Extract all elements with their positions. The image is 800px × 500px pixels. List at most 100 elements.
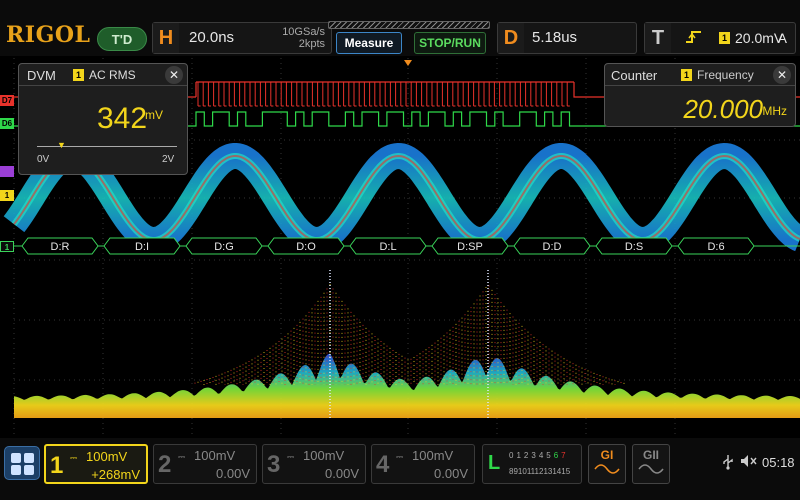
logic-channel-14: 14 [552,467,562,476]
channel-scale: 100mV [86,449,128,464]
channel-offset: 0.00V [325,466,359,481]
generator-1-button[interactable]: GI [588,444,626,484]
home-menu-button[interactable] [4,446,40,480]
channel-1-button[interactable]: 1 ⎓ 100mV +268mV [44,444,148,484]
dvm-reading: 342 [97,102,148,135]
bus-decode-label: D:D [543,241,562,253]
trigger-mode: A [777,30,787,46]
dvm-close-icon[interactable]: ✕ [165,66,183,84]
bottom-control-bar: 1 ⎓ 100mV +268mV 2 ⎓ 100mV 0.00V 3 ⎓ 100mV 0.00V 4 ⎓ 1… [0,438,800,500]
logic-channel-2: 2 [523,451,530,460]
logic-channel-15: 15 [561,467,571,476]
channel-scale: 100mV [194,448,236,463]
channel-marker-ch1[interactable]: 1 [0,190,14,201]
dvm-unit: mV [145,108,163,122]
logic-channel-5: 5 [546,451,552,460]
logic-channel-6: 6 [553,451,560,460]
bus-decode-label: D:L [379,241,396,253]
sine-wave-icon [594,464,620,474]
measure-button[interactable]: Measure [336,32,402,54]
usb-icon [722,454,734,473]
channel-marker-d7[interactable]: D7 [0,95,14,106]
bus-decode-row: D:R D:I D:G D:O D:L D:SP D:D D:S D:6 [14,237,800,255]
digital-d7-pulses [197,82,570,107]
channel-2-button[interactable]: 2 ⎓ 100mV 0.00V [153,444,257,484]
channel-marker-bus[interactable]: 1 [0,241,14,252]
horizontal-panel[interactable]: H 20.0ns 10GSa/s 2kpts [152,22,332,54]
dvm-title: DVM [27,68,56,83]
coupling-icon: ⎓ [178,452,186,462]
coupling-icon: ⎓ [287,452,295,462]
fft-spectrum [14,270,800,420]
channel-number: 3 [267,451,281,478]
logic-channel-10: 10 [517,467,527,476]
generator-2-button[interactable]: GII [632,444,670,484]
sample-rate: 10GSa/s [282,26,325,38]
counter-source-badge: 1 [681,69,692,81]
trigger-status-badge[interactable]: T'D [97,27,147,51]
time-position-bar[interactable] [328,21,490,29]
channel-scale: 100mV [412,448,454,463]
channel-offset: 0.00V [434,466,468,481]
horizontal-tag: H [153,23,179,53]
generator-2-label: GII [642,448,659,462]
dvm-panel[interactable]: DVM 1 AC RMS ✕ 342 mV ▼ 0V 2V [18,63,188,175]
logic-channels-row-2: 89101112131415 [509,467,570,476]
counter-header: Counter 1 Frequency ✕ [605,64,795,86]
dvm-scale-max: 2V [162,154,175,165]
logic-channel-7: 7 [561,451,567,460]
generator-1-label: GI [600,448,614,462]
trigger-panel[interactable]: T 1 20.0mV A [644,22,796,54]
counter-reading: 20.000 [683,94,763,124]
stop-run-button[interactable]: STOP/RUN [414,32,486,54]
sine-wave-icon [638,464,664,474]
logic-channel-4: 4 [538,451,545,460]
counter-title: Counter [611,68,658,83]
rigol-logo: RIGOL [6,22,91,48]
channel-marker-d6[interactable]: D6 [0,118,14,129]
counter-panel[interactable]: Counter 1 Frequency ✕ 20.000 MHz [604,63,796,127]
dvm-scale-min: 0V [37,154,50,165]
bus-decode-label: D:G [214,241,234,253]
bus-decode-label: D:I [135,241,149,253]
channel-3-button[interactable]: 3 ⎓ 100mV 0.00V [262,444,366,484]
delay-value: 5.18us [532,29,578,46]
trigger-source-badge: 1 [719,32,730,44]
coupling-icon: ⎓ [396,452,404,462]
logic-channel-11: 11 [526,467,535,476]
channel-number: 2 [158,451,172,478]
counter-mode: Frequency [697,68,754,82]
trigger-tag: T [645,23,671,53]
bus-decode-label: D:SP [457,241,483,253]
bus-decode-label: D:S [625,241,643,253]
logic-channel-1: 1 [516,451,522,460]
channel-scale: 100mV [303,448,345,463]
logic-channel-3: 3 [531,451,537,460]
timebase-value: 20.0ns [189,29,235,46]
channel-offset: 0.00V [216,466,250,481]
system-clock: 05:18 [762,455,795,470]
dvm-header: DVM 1 AC RMS ✕ [19,64,187,86]
dvm-mode: AC RMS [89,68,136,82]
speaker-muted-icon[interactable] [740,454,758,471]
channel-4-button[interactable]: 4 ⎓ 100mV 0.00V [371,444,475,484]
counter-unit: MHz [762,104,787,118]
channel-number: 1 [50,452,64,479]
logic-tag: L [488,452,501,474]
bus-decode-label: D:O [296,241,316,253]
logic-channel-0: 0 [509,451,515,460]
channel-offset: +268mV [91,467,140,482]
memory-depth: 2kpts [298,38,325,50]
logic-channel-13: 13 [543,467,553,476]
dvm-source-badge: 1 [73,69,84,81]
bus-decode-label: D:6 [707,241,724,253]
coupling-icon: ⎓ [70,453,78,463]
trigger-level: 20.0mV [735,30,784,46]
channel-marker-ref[interactable] [0,166,14,177]
logic-analyzer-button[interactable]: L 01234567 89101112131415 [482,444,582,484]
trigger-position-marker [404,60,412,66]
logic-channels-row-1: 01234567 [509,451,569,460]
delay-panel[interactable]: D 5.18us [497,22,637,54]
counter-close-icon[interactable]: ✕ [773,66,791,84]
bus-decode-label: D:R [51,241,70,253]
